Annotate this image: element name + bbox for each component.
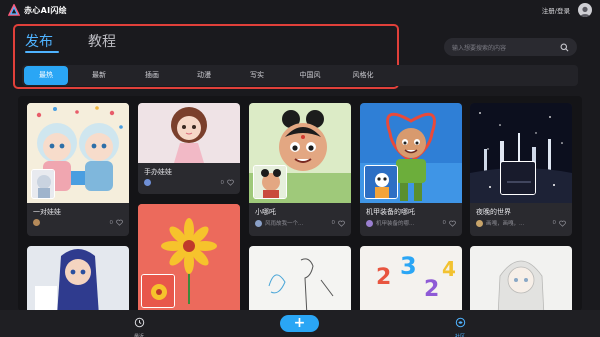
author-avatar [144,179,151,186]
artwork-card[interactable]: 机甲装备的哪吒 机甲装备的哪... 0 [360,103,462,236]
artwork-image [249,103,351,203]
source-thumbnail[interactable] [364,165,398,199]
active-tab-indicator [25,51,59,53]
author-avatar [476,219,483,227]
heart-icon[interactable] [227,179,234,186]
svg-text:2: 2 [376,265,391,290]
nav-community[interactable]: 社区 [445,313,475,337]
like-count: 0 [109,219,114,226]
category-realistic[interactable]: 写实 [242,65,272,86]
search-input[interactable]: 输入想要搜索的内容 [452,43,560,52]
nav-recent-label: 最近 [133,334,144,337]
artwork-meta: 画嘎，画嘎，... 0 [470,219,572,231]
tab-publish[interactable]: 发布 [25,31,53,51]
doll-girl-illustration [27,246,129,311]
author-name: 画嘎，画嘎，... [486,221,525,227]
figure-doll-illustration [138,103,240,163]
artwork-card[interactable]: 2 3 2 4 [360,246,462,311]
user-icon [580,6,590,17]
artwork-meta: 机甲装备的哪... 0 [360,219,462,231]
artwork-title: 机甲装备的哪吒 [366,208,415,216]
category-latest[interactable]: 最新 [84,65,114,86]
line-sketch-illustration [249,246,351,311]
artwork-card[interactable] [27,246,129,311]
category-anime[interactable]: 动漫 [189,65,219,86]
author-name: 机甲装备的哪... [376,221,415,227]
artwork-image [360,103,462,203]
author-name: 风雨故我一个... [265,221,304,227]
artwork-card[interactable] [470,246,572,311]
heart-icon[interactable] [338,220,345,227]
artwork-meta: 风雨故我一个... 0 [249,219,351,231]
artwork-card[interactable] [249,246,351,311]
svg-text:3: 3 [400,252,417,280]
author-avatar [366,219,373,227]
user-avatar[interactable] [578,3,592,17]
category-bar: 最热 最新 插画 动漫 写实 中国风 风格化 [22,65,578,86]
add-button[interactable]: + [280,315,319,332]
app-logo[interactable]: 赤心AI闪绘 [8,4,67,16]
category-stylized[interactable]: 风格化 [345,65,381,86]
login-link[interactable]: 注册/登录 [542,5,570,15]
balloon-numbers-illustration: 2 3 2 4 [360,246,462,311]
source-thumbnail[interactable] [31,169,55,199]
category-chinese-style[interactable]: 中国风 [292,65,328,86]
artwork-card[interactable]: 一对娃娃 0 [27,103,129,236]
sketch-girl-illustration [470,246,572,311]
logo-icon [8,4,20,16]
artwork-title: 夜晚的世界 [476,208,511,216]
source-thumbnail[interactable] [253,165,287,199]
artwork-card[interactable]: 手办娃娃 0 [138,103,240,194]
artwork-image [27,103,129,203]
heart-icon[interactable] [559,220,566,227]
tab-tutorial[interactable]: 教程 [88,31,116,51]
artwork-grid: 一对娃娃 0 手办娃娃 0 小哪吒 风雨故我一个... 0 机甲装备的哪吒 机甲… [18,96,582,311]
clock-icon [134,317,144,328]
heart-icon[interactable] [116,219,123,226]
bottom-navigation: 最近 + 社区 [0,310,600,337]
category-illustration[interactable]: 插画 [137,65,167,86]
search-icon[interactable] [560,43,569,52]
artwork-meta: 0 [138,179,240,190]
artwork-meta: 0 [27,219,129,230]
source-thumbnail[interactable] [141,274,175,308]
artwork-title: 小哪吒 [255,208,276,216]
app-window: 赤心AI闪绘 注册/登录 发布 教程 输入想要搜索的内容 最热 最新 插画 动漫… [0,0,600,337]
artwork-title: 一对娃娃 [33,208,61,216]
artwork-image [138,103,240,163]
heart-icon[interactable] [449,220,456,227]
svg-text:2: 2 [424,277,439,302]
app-name: 赤心AI闪绘 [24,5,67,15]
author-avatar [255,219,262,227]
search-box[interactable]: 输入想要搜索的内容 [444,38,577,56]
nav-community-label: 社区 [454,334,465,337]
artwork-card[interactable]: 夜晚的世界 画嘎，画嘎，... 0 [470,103,572,236]
like-count: 0 [442,220,447,226]
like-count: 0 [331,220,336,226]
nav-recent[interactable]: 最近 [124,313,154,337]
svg-text:4: 4 [442,257,456,281]
community-icon [455,317,465,328]
like-count: 0 [552,220,557,226]
artwork-card[interactable] [138,204,240,311]
like-count: 0 [220,179,225,186]
top-bar: 赤心AI闪绘 注册/登录 [0,0,600,20]
source-thumbnail[interactable] [500,161,536,195]
artwork-card[interactable]: 小哪吒 风雨故我一个... 0 [249,103,351,236]
artwork-title: 手办娃娃 [144,168,172,176]
artwork-image [470,103,572,203]
author-avatar [33,219,40,226]
category-hot[interactable]: 最热 [24,66,68,85]
